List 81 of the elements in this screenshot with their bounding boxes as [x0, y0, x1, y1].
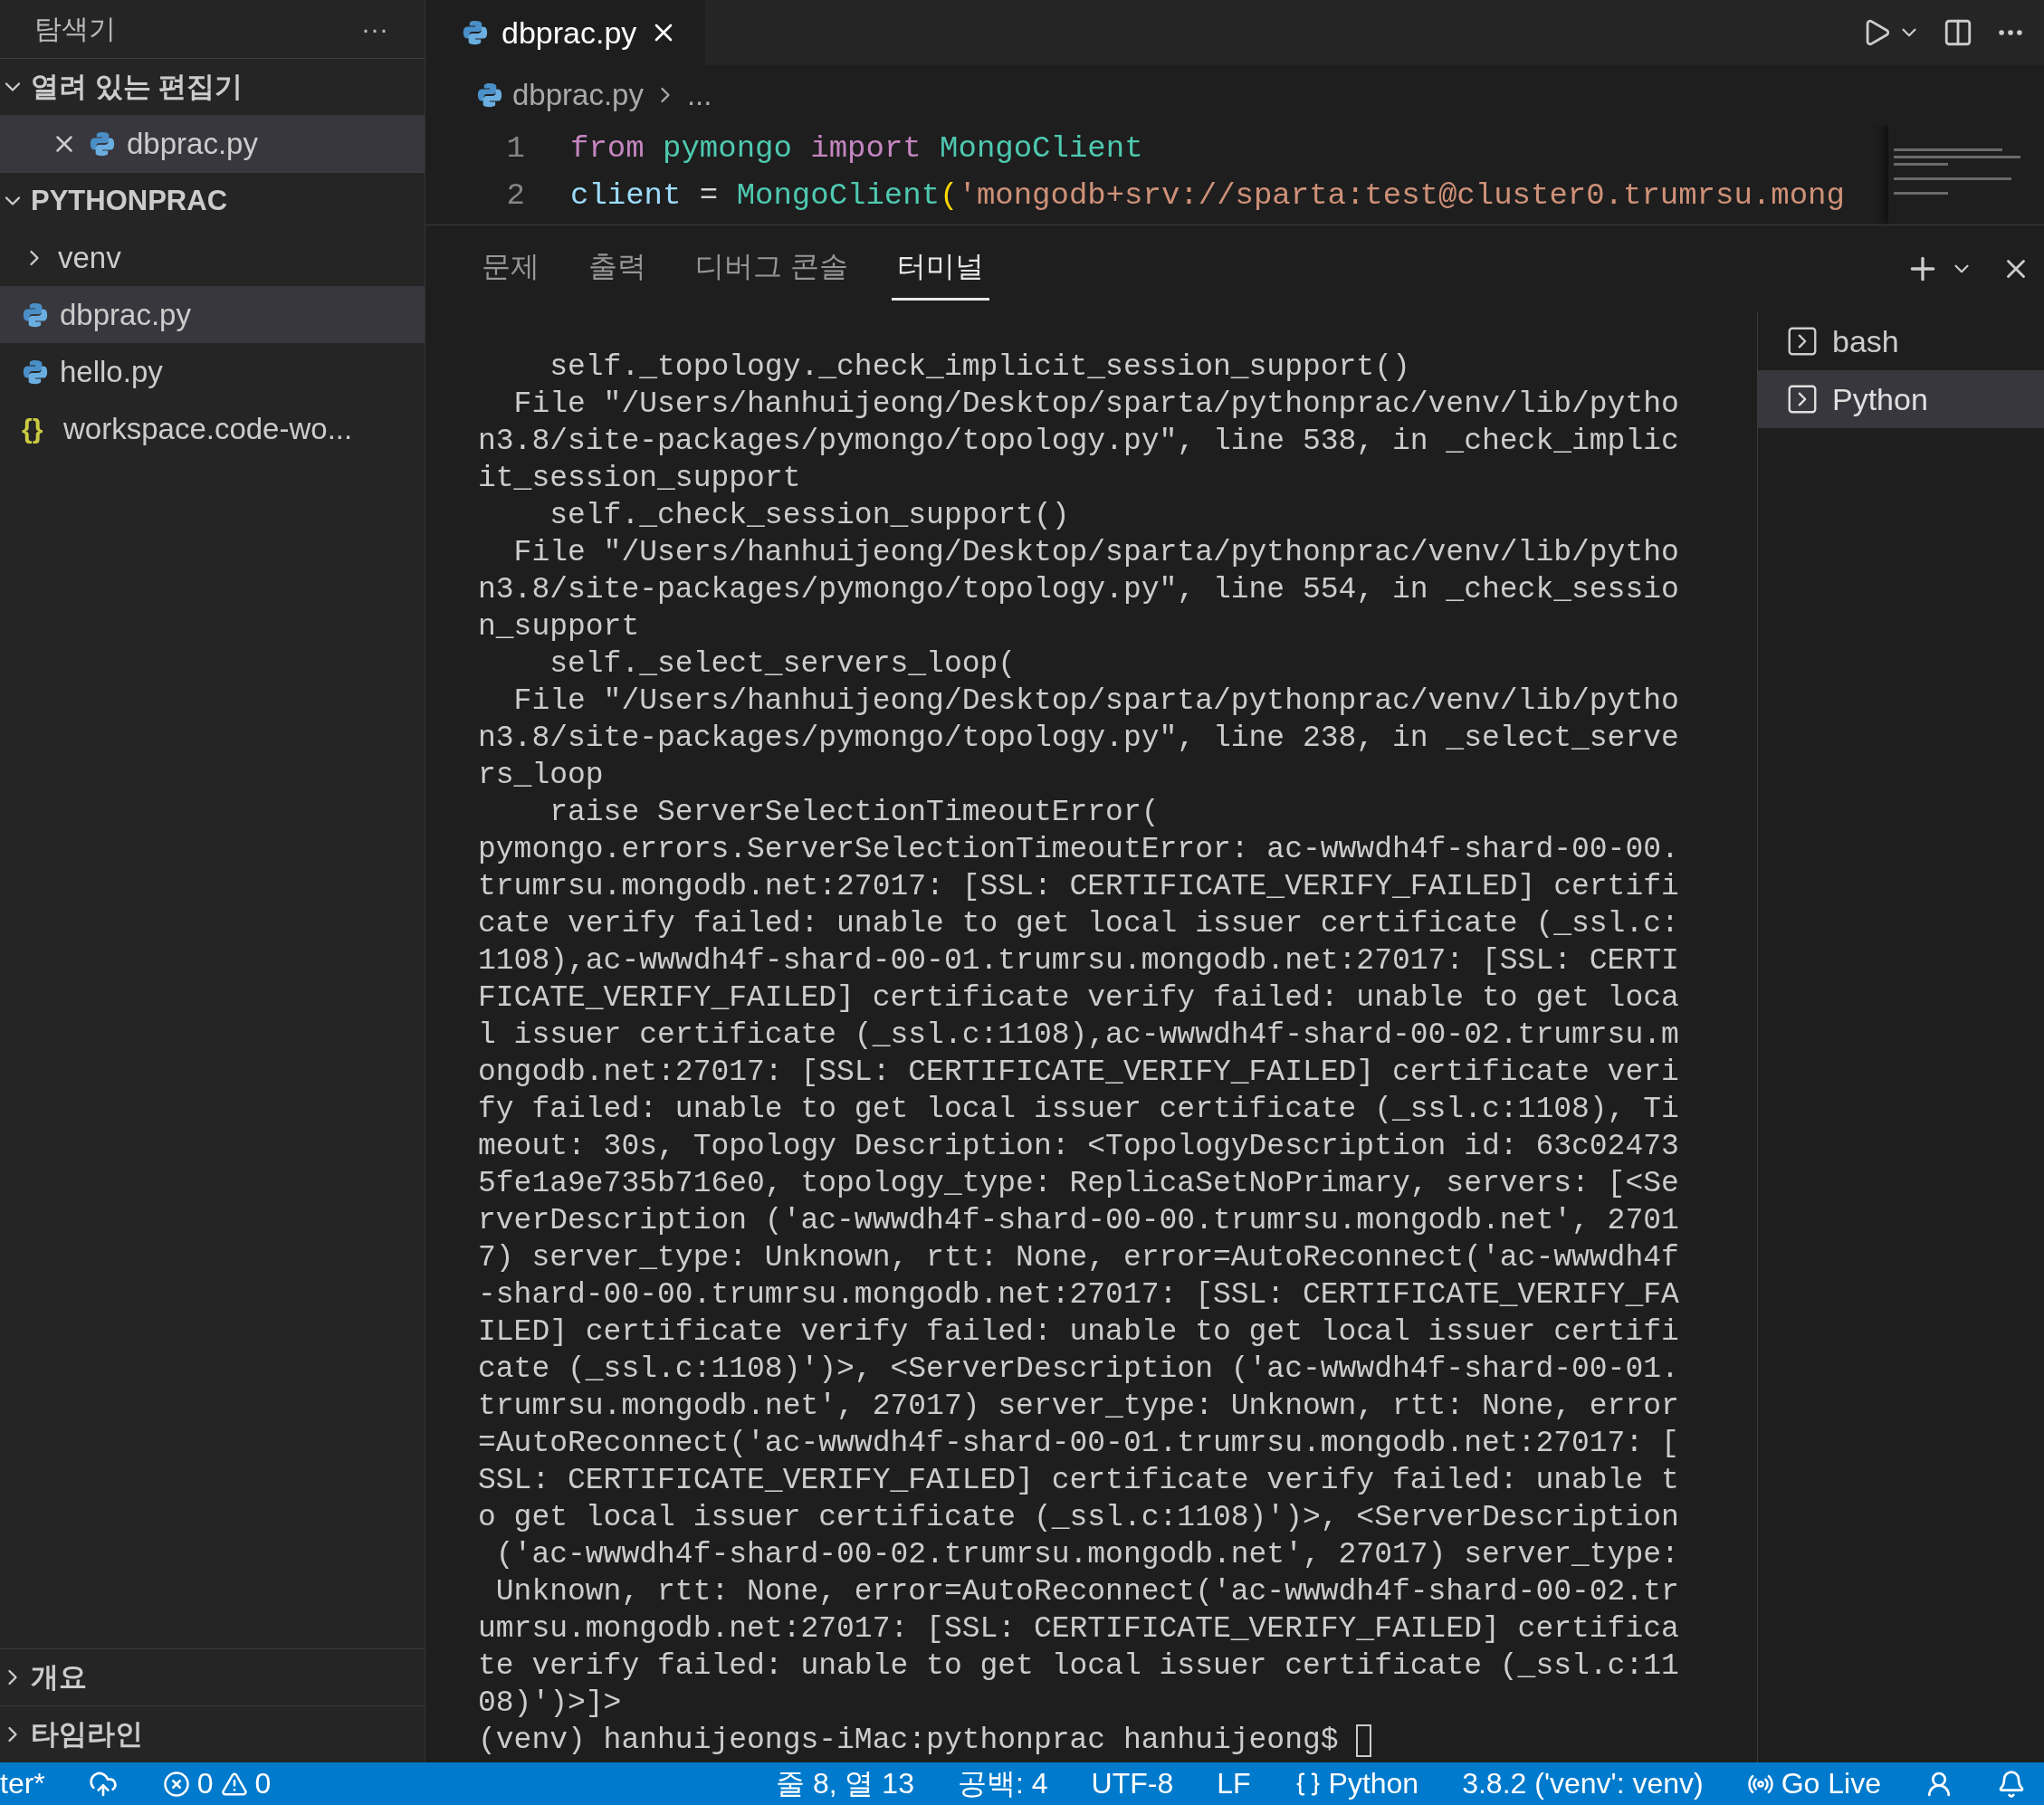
terminal-line: cate (_ssl.c:1108)')>, <ServerDescription ('ac-wwwdh4f-shard-00-01.	[478, 1351, 1680, 1388]
error-icon[interactable]	[162, 1770, 190, 1798]
terminal-line: File "/Users/hanhuijeong/Desktop/sparta/pythonprac/venv/lib/pytho	[512, 535, 1680, 571]
terminal-line: ILED] certificate verify failed: unable to get local issuer certifi	[478, 1314, 1680, 1351]
encoding[interactable]: UTF-8	[1091, 1767, 1174, 1800]
breadcrumb-item[interactable]: ...	[686, 78, 712, 112]
go-live-button[interactable]: Go Live	[1781, 1767, 1881, 1800]
terminal-line: File "/Users/hanhuijeong/Desktop/sparta/pythonprac/venv/lib/pytho	[512, 387, 1680, 423]
code-line: client = MongoClient('mongodb+srv://sparta:test@cluster0.trumrsu.mong	[570, 178, 1845, 213]
terminal-line: it_session_support	[478, 461, 802, 497]
terminal-list-item[interactable]: bash	[1758, 312, 2044, 370]
terminal-prompt: (venv) hanhuijeongs-iMac:pythonprac hanhuijeong$	[478, 1724, 1340, 1757]
error-count[interactable]: 0	[196, 1767, 214, 1800]
terminal-line: self._check_session_support()	[549, 498, 1071, 534]
section-header[interactable]: PYTHONPRAC	[0, 172, 425, 229]
code-line: from pymongo import MongoClient	[570, 131, 1143, 166]
minimap[interactable]	[1888, 125, 2044, 224]
terminal-line: -shard-00-00.trumrsu.mongodb.net:27017: [SSL: CERTIFICATE_VERIFY_FA	[478, 1277, 1680, 1313]
terminal-line: n_support	[478, 609, 641, 645]
file-tree-item[interactable]: dbprac.py	[0, 286, 425, 343]
terminal-line: fy failed: unable to get local issuer certificate (_ssl.c:1108), Ti	[478, 1092, 1680, 1128]
python-file-icon	[89, 129, 116, 158]
explorer-title: 탐색기	[34, 12, 116, 45]
terminal-line: l issuer certificate (_ssl.c:1108),ac-wwwdh4f-shard-00-02.trumrsu.m	[478, 1017, 1680, 1054]
terminal-list-item[interactable]: Python	[1758, 370, 2044, 428]
section-header[interactable]: 개요	[0, 1648, 425, 1705]
indentation[interactable]: 공백: 4	[957, 1763, 1048, 1804]
line-number: 1	[505, 131, 526, 166]
terminal-line: 5fe1a9e735b716e0, topology_type: ReplicaSetNoPrimary, servers: [<Se	[478, 1166, 1680, 1202]
terminal-cursor	[1356, 1724, 1372, 1757]
python-file-icon	[462, 19, 489, 46]
terminal-line: Unknown, rtt: None, error=AutoReconnect('ac-wwwdh4f-shard-00-02.tr	[494, 1574, 1680, 1610]
warning-count[interactable]: 0	[254, 1767, 272, 1800]
editor-tab[interactable]: dbprac.py	[425, 0, 706, 65]
python-file-icon	[22, 358, 49, 386]
terminal-line: meout: 30s, Topology Description: <TopologyDescription id: 63c02473	[478, 1129, 1680, 1165]
terminal-line: trumrsu.mongodb.net:27017: [SSL: CERTIFICATE_VERIFY_FAILED] certifi	[478, 869, 1680, 905]
terminal-line: trumrsu.mongodb.net', 27017) server_type: Unknown, rtt: None, error	[478, 1389, 1680, 1425]
panel-tab[interactable]: 디버그 콘솔	[690, 237, 854, 301]
python-file-icon	[476, 81, 503, 109]
notification-icon[interactable]	[1997, 1769, 2026, 1799]
terminal-line: self._topology._check_implicit_session_support()	[549, 349, 1411, 386]
terminal-line: ongodb.net:27017: [SSL: CERTIFICATE_VERIFY_FAILED] certificate veri	[478, 1055, 1680, 1091]
terminal-line: n3.8/site-packages/pymongo/topology.py", line 238, in _select_serve	[478, 721, 1680, 757]
terminal-line: ('ac-wwwdh4f-shard-00-02.trumrsu.mongodb.net', 27017) server_type:	[494, 1537, 1680, 1573]
panel-tab[interactable]: 문제	[476, 237, 545, 301]
file-tree-item[interactable]: venv	[0, 229, 425, 286]
panel-tab[interactable]: 출력	[583, 237, 652, 301]
breadcrumb-item[interactable]: dbprac.py	[512, 78, 644, 112]
terminal-line: 1108),ac-wwwdh4f-shard-00-01.trumrsu.mongodb.net:27017: [SSL: CERTI	[478, 943, 1680, 979]
terminal-line: FICATE_VERIFY_FAILED] certificate verify failed: unable to get loca	[478, 980, 1680, 1017]
line-ending[interactable]: LF	[1217, 1767, 1251, 1800]
terminal-line: File "/Users/hanhuijeong/Desktop/sparta/pythonprac/venv/lib/pytho	[512, 683, 1680, 720]
braces-icon: {}	[22, 413, 53, 444]
split-editor-icon[interactable]	[1943, 17, 1973, 48]
terminal-line: rverDescription ('ac-wwwdh4f-shard-00-00.trumrsu.mongodb.net', 2701	[478, 1203, 1680, 1239]
cursor-position[interactable]: 줄 8, 열 13	[776, 1763, 914, 1804]
terminal-line: rs_loop	[478, 758, 605, 794]
terminal-line: raise ServerSelectionTimeoutError(	[549, 795, 1160, 831]
more-actions-button[interactable]: ···	[361, 14, 388, 44]
terminal-line: o get local issuer certificate (_ssl.c:1108)')>, <ServerDescription	[478, 1500, 1680, 1536]
terminal-line: n3.8/site-packages/pymongo/topology.py", line 538, in _check_implic	[478, 424, 1680, 460]
python-interpreter[interactable]: 3.8.2 ('venv': venv)	[1462, 1767, 1704, 1800]
terminal-line: te verify failed: unable to get local issuer certificate (_ssl.c:11	[478, 1648, 1680, 1685]
terminal-line: pymongo.errors.ServerSelectionTimeoutError: ac-wwwdh4f-shard-00-00.	[478, 832, 1680, 868]
branch-label[interactable]: ter*	[0, 1767, 45, 1800]
terminal-line: self._select_servers_loop(	[549, 646, 1017, 683]
terminal-line: =AutoReconnect('ac-wwwdh4f-shard-00-01.trumrsu.mongodb.net:27017: [	[478, 1426, 1680, 1462]
terminal-line: 7) server_type: Unknown, rtt: None, error=AutoReconnect('ac-wwwdh4f	[478, 1240, 1680, 1276]
terminal-line: umrsu.mongodb.net:27017: [SSL: CERTIFICATE_VERIFY_FAILED] certifica	[478, 1611, 1680, 1647]
panel-tab[interactable]: 터미널	[891, 237, 989, 301]
python-file-icon	[22, 301, 49, 329]
line-number: 2	[505, 178, 526, 213]
language-mode[interactable]: Python	[1328, 1767, 1419, 1800]
terminal-line: cate verify failed: unable to get local issuer certificate (_ssl.c:	[478, 906, 1680, 942]
file-tree-item[interactable]: {} workspace.code-wo...	[0, 400, 425, 457]
terminal-line: SSL: CERTIFICATE_VERIFY_FAILED] certificate verify failed: unable t	[478, 1463, 1680, 1499]
open-editor-item[interactable]: dbprac.py	[0, 115, 425, 172]
terminal-line: n3.8/site-packages/pymongo/topology.py", line 554, in _check_sessio	[478, 572, 1680, 608]
terminal-line: 08)')>]>	[478, 1686, 623, 1722]
file-tree-item[interactable]: hello.py	[0, 343, 425, 400]
